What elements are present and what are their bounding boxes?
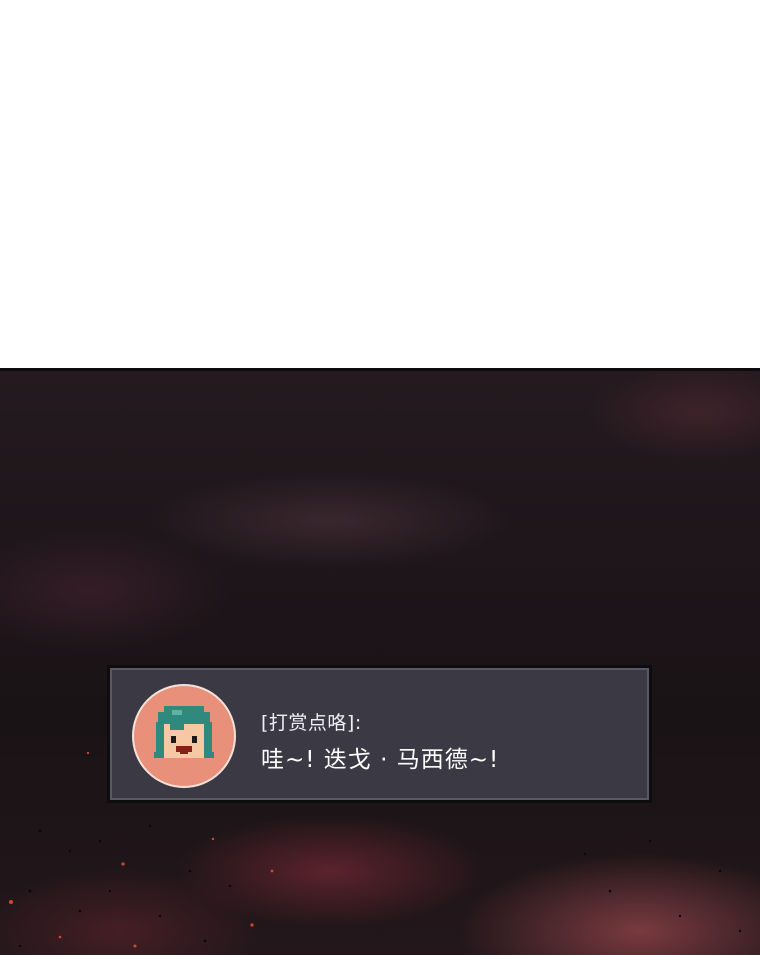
- pixel-character-avatar-icon: [132, 684, 236, 788]
- dark-smoke-background: [0, 368, 760, 955]
- dialogue-message: 哇~! 迭戈 · 马西德~!: [261, 747, 500, 773]
- dialogue-box: [打赏点咯]: 哇~! 迭戈 · 马西德~!: [107, 665, 652, 803]
- ember-particles: [9, 751, 742, 948]
- speaker-name: [打赏点咯]:: [261, 712, 362, 734]
- blank-panel-area: [0, 0, 760, 368]
